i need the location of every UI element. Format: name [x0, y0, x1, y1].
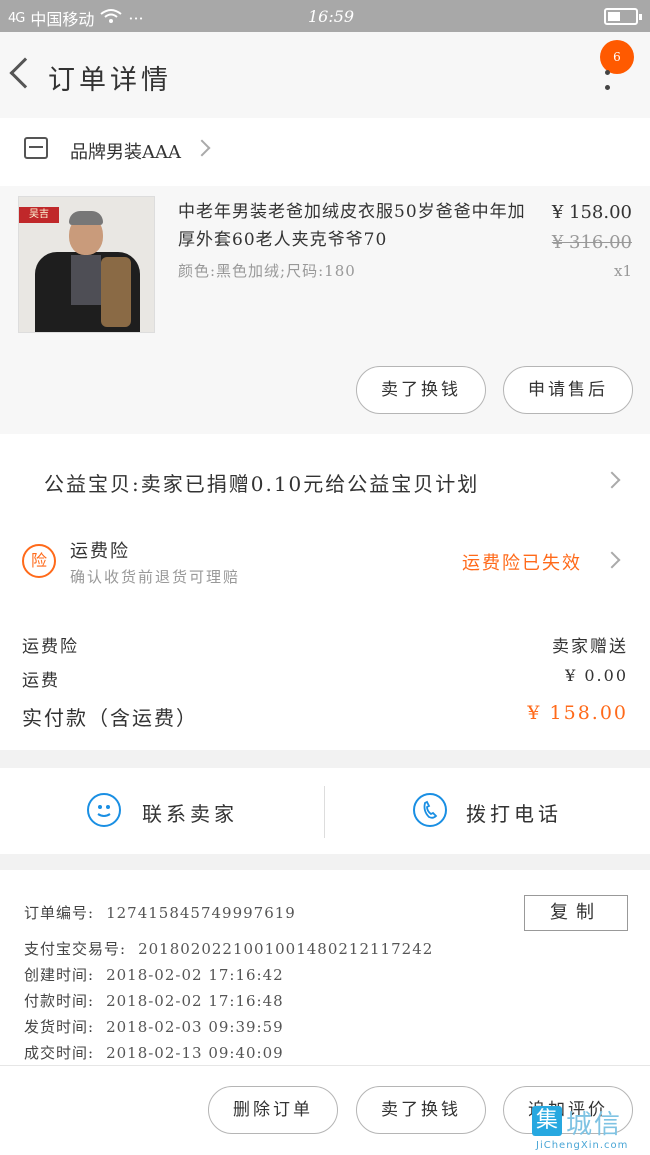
product-card: 吴吉 中老年男装老爸加绒皮衣服50岁爸爸中年加厚外套60老人夹克爷爷70 颜色:… — [0, 186, 650, 434]
call-button[interactable]: 拨打电话 — [466, 798, 562, 827]
insurance-status: 运费险已失效 — [462, 553, 582, 574]
notification-badge: 6 — [600, 40, 634, 74]
order-info: 复制 订单编号: 127415845749997619 支付宝交易号: 201802… — [0, 870, 650, 1065]
more-status-dots: ··· — [128, 8, 144, 28]
shop-name: 品牌男装AAA — [70, 142, 181, 163]
delete-order-button[interactable]: 删除订单 — [208, 1086, 338, 1134]
fee-row: 实付款（含运费） ¥ 158.00 — [22, 702, 628, 731]
info-value: 2018020221001001480212117242 — [138, 940, 434, 958]
signal-icon: 4G — [8, 10, 25, 26]
alipay-number-row: 支付宝交易号: 2018020221001001480212117242 — [24, 938, 433, 959]
info-value: 2018-02-03 09:39:59 — [106, 1018, 284, 1036]
fee-value: 卖家赠送 — [552, 637, 628, 657]
contact-seller-button[interactable]: 联系卖家 — [142, 798, 238, 827]
product-image-tag: 吴吉 — [19, 207, 59, 223]
after-sales-button[interactable]: 申请售后 — [503, 366, 633, 414]
product-title[interactable]: 中老年男装老爸加绒皮衣服50岁爸爸中年加厚外套60老人夹克爷爷70 — [178, 198, 538, 254]
chevron-right-icon — [603, 471, 621, 489]
chat-face-icon — [87, 793, 121, 827]
info-label: 订单编号: — [24, 904, 95, 922]
info-label: 创建时间: — [24, 966, 95, 984]
watermark-box: 集 — [532, 1106, 562, 1136]
wifi-icon — [100, 8, 122, 28]
info-value: 2018-02-02 17:16:42 — [106, 966, 284, 984]
header: 订单详情 6 — [0, 32, 650, 118]
divider — [324, 786, 325, 838]
product-price: ¥ 158.00 — [551, 202, 632, 223]
info-value: 2018-02-02 17:16:48 — [106, 992, 284, 1010]
resell-button[interactable]: 卖了换钱 — [356, 1086, 486, 1134]
fee-label: 运费险 — [22, 637, 79, 657]
freight-insurance-row[interactable]: 险 运费险 确认收货前退货可理赔 运费险已失效 — [0, 524, 650, 604]
product-image[interactable]: 吴吉 — [18, 196, 155, 333]
info-label: 支付宝交易号: — [24, 940, 127, 958]
back-arrow-icon[interactable] — [9, 57, 41, 89]
product-quantity: x1 — [613, 262, 632, 280]
created-time-row: 创建时间: 2018-02-02 17:16:42 — [24, 964, 284, 985]
fee-row: 运费 ¥ 0.00 — [22, 666, 628, 691]
info-label: 付款时间: — [24, 992, 95, 1010]
insurance-icon: 险 — [22, 544, 56, 578]
chevron-right-icon — [193, 139, 211, 157]
resell-button[interactable]: 卖了换钱 — [356, 366, 486, 414]
order-number-row: 订单编号: 127415845749997619 — [24, 902, 296, 923]
info-label: 发货时间: — [24, 1018, 95, 1036]
paid-time-row: 付款时间: 2018-02-02 17:16:48 — [24, 990, 284, 1011]
status-time: 16:59 — [308, 7, 355, 26]
info-label: 成交时间: — [24, 1044, 95, 1062]
info-value: 127415845749997619 — [106, 904, 296, 922]
insurance-title: 运费险 — [70, 541, 130, 562]
shop-row[interactable]: 品牌男装AAA — [0, 118, 650, 186]
shop-icon — [24, 137, 48, 159]
phone-icon — [413, 793, 447, 827]
fee-label: 运费 — [22, 671, 60, 691]
status-bar: 4G 中国移动 ··· 16:59 — [0, 0, 650, 32]
completed-time-row: 成交时间: 2018-02-13 09:40:09 — [24, 1042, 284, 1063]
shipped-time-row: 发货时间: 2018-02-03 09:39:59 — [24, 1016, 284, 1037]
carrier-name: 中国移动 — [30, 10, 95, 29]
chevron-right-icon — [603, 551, 621, 569]
total-value: ¥ 158.00 — [527, 702, 628, 724]
product-original-price: ¥ 316.00 — [551, 232, 632, 253]
copy-button[interactable]: 复制 — [524, 895, 628, 931]
charity-text: 公益宝贝:卖家已捐赠0.10元给公益宝贝计划 — [44, 472, 480, 496]
fee-summary: 运费险 卖家赠送 运费 ¥ 0.00 实付款（含运费） ¥ 158.00 — [0, 604, 650, 750]
info-value: 2018-02-13 09:40:09 — [106, 1044, 284, 1062]
watermark-logo: 集 城信 JiChengXin.com — [532, 1102, 648, 1154]
contact-bar: 联系卖家 拨打电话 — [0, 768, 650, 854]
page-title: 订单详情 — [48, 65, 172, 96]
total-label: 实付款（含运费） — [22, 706, 198, 730]
product-spec: 颜色:黑色加绒;尺码:180 — [178, 262, 356, 280]
status-left: 4G 中国移动 ··· — [8, 6, 144, 30]
fee-row: 运费险 卖家赠送 — [22, 632, 628, 657]
fee-value: ¥ 0.00 — [565, 666, 628, 685]
watermark-text: 城信 — [566, 1110, 623, 1140]
battery-icon — [604, 8, 642, 25]
insurance-subtitle: 确认收货前退货可理赔 — [70, 568, 241, 586]
charity-row[interactable]: 公益宝贝:卖家已捐赠0.10元给公益宝贝计划 — [0, 434, 650, 524]
watermark-url: JiChengXin.com — [536, 1140, 629, 1151]
